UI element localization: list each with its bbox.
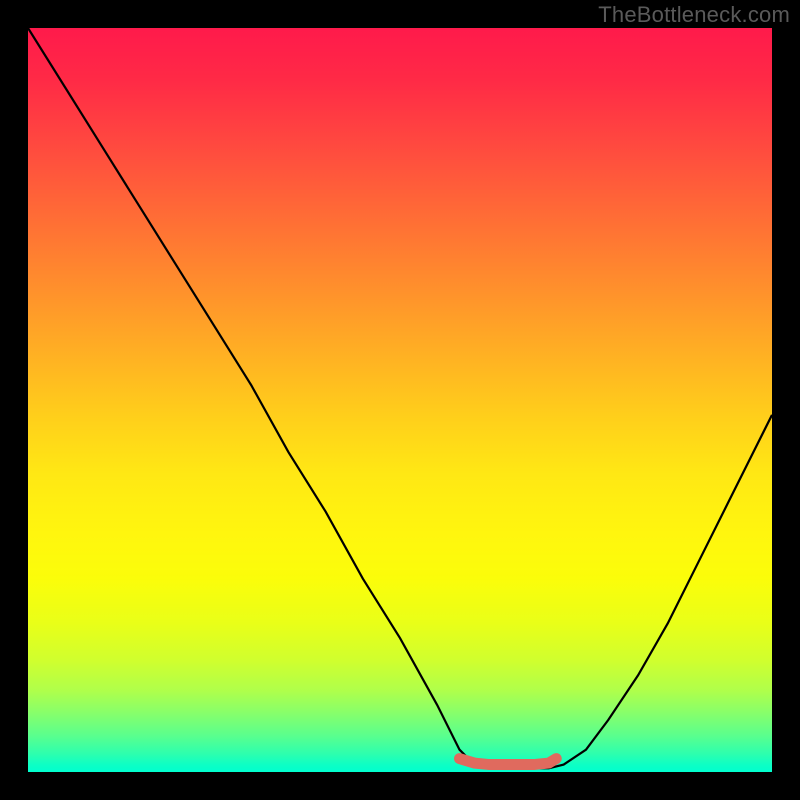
plot-area [28,28,772,772]
attribution-label: TheBottleneck.com [598,2,790,28]
chart-frame: TheBottleneck.com [0,0,800,800]
bottleneck-curve [28,28,772,768]
optimal-band [460,759,557,765]
curve-layer [28,28,772,772]
